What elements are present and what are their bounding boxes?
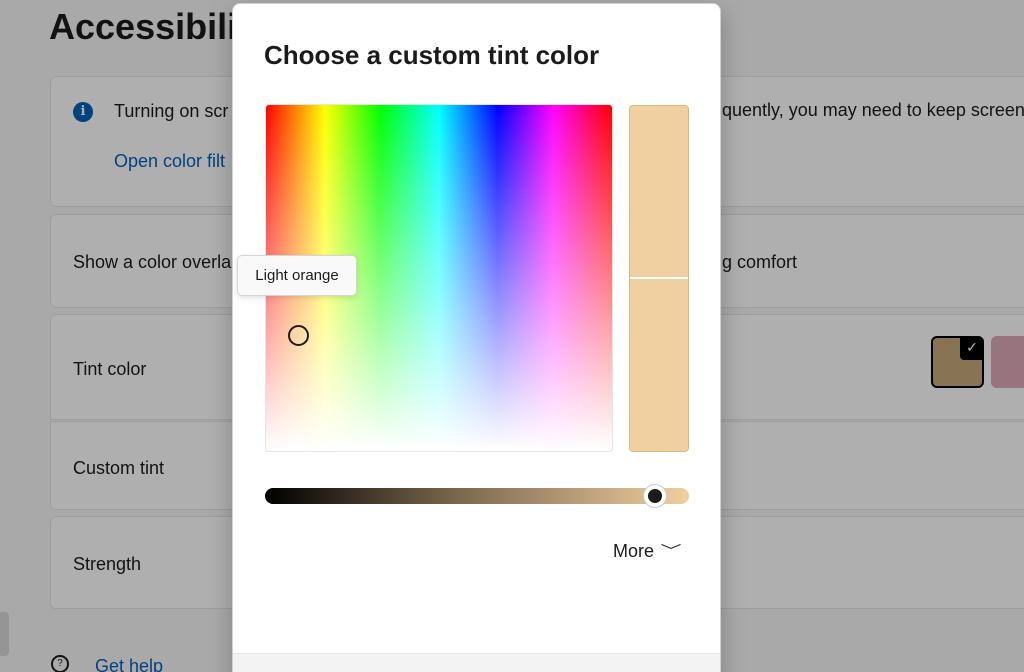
color-picker-handle[interactable] — [288, 325, 309, 346]
new-color-swatch — [630, 279, 688, 451]
dialog-footer — [233, 653, 720, 672]
color-name-tooltip: Light orange — [237, 255, 357, 296]
brightness-slider[interactable] — [265, 488, 689, 504]
custom-tint-dialog: Choose a custom tint color More ﹀ — [232, 3, 721, 672]
more-button[interactable]: More ﹀ — [613, 539, 682, 563]
color-preview — [629, 105, 689, 452]
dialog-title: Choose a custom tint color — [264, 40, 600, 70]
previous-color-swatch — [630, 106, 688, 279]
more-label: More — [613, 540, 655, 561]
chevron-down-icon: ﹀ — [660, 543, 682, 559]
brightness-slider-thumb[interactable] — [644, 485, 666, 507]
